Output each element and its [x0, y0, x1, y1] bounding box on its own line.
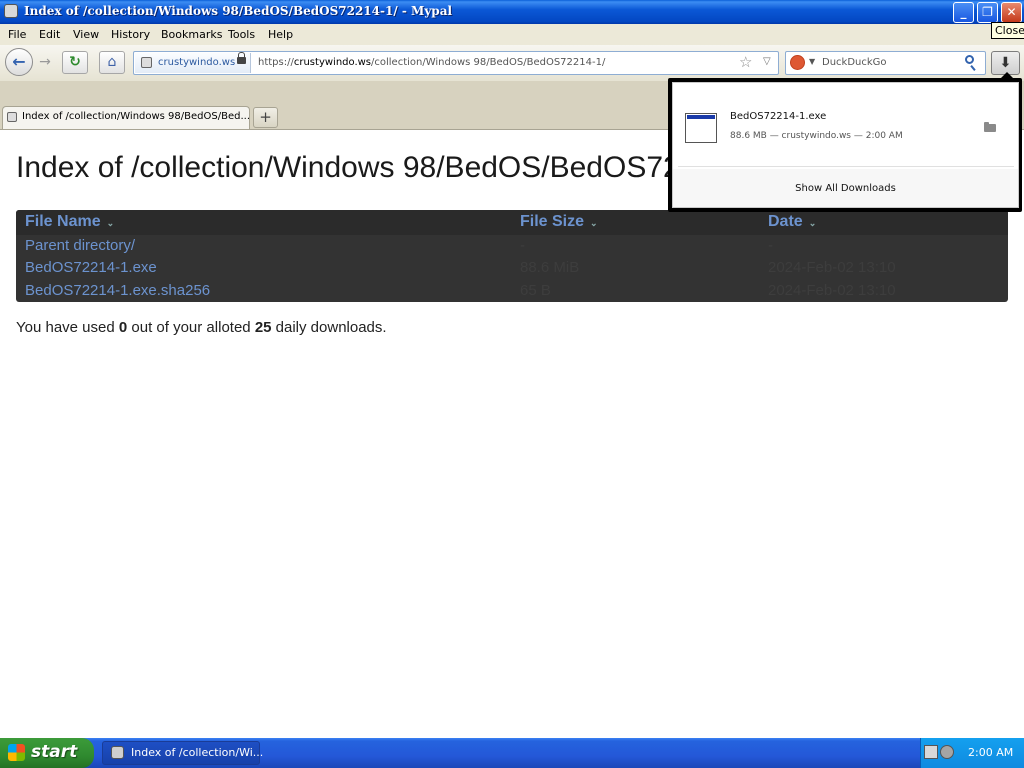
search-icon[interactable]: [965, 55, 974, 64]
app-icon: [4, 4, 18, 18]
bookmark-star-icon[interactable]: ☆: [739, 53, 752, 71]
column-header-size[interactable]: File Size ⌄: [520, 213, 598, 231]
url-dropdown-icon[interactable]: ▽: [763, 56, 771, 67]
menu-tools[interactable]: Tools: [228, 28, 255, 41]
menu-view[interactable]: View: [73, 28, 99, 41]
duckduckgo-icon[interactable]: [790, 55, 805, 70]
sort-icon: ⌄: [808, 218, 817, 228]
menu-bookmarks[interactable]: Bookmarks: [161, 28, 222, 41]
tray-network-icon[interactable]: [924, 745, 938, 759]
back-arrow-icon: ←: [12, 52, 26, 71]
column-header-name[interactable]: File Name ⌄: [25, 213, 114, 231]
forward-button[interactable]: →: [36, 53, 54, 71]
quota-used: 0: [118, 319, 128, 336]
lock-icon: [237, 52, 246, 64]
restore-button[interactable]: ❐: [977, 2, 998, 23]
tab-favicon-icon: [7, 112, 17, 122]
file-date-cell: 2024-Feb-02 13:10: [768, 282, 896, 299]
file-size-cell: 88.6 MiB: [520, 259, 580, 276]
clock[interactable]: 2:00 AM: [968, 746, 1013, 759]
menu-bar: [0, 24, 1024, 45]
download-filename[interactable]: BedOS72214-1.exe: [730, 111, 826, 122]
download-details: 88.6 MB — crustywindo.ws — 2:00 AM: [730, 131, 903, 141]
show-all-downloads-button[interactable]: Show All Downloads: [673, 183, 1018, 194]
open-folder-icon[interactable]: [984, 122, 996, 132]
table-header: [16, 210, 1008, 235]
url-path: /collection/Windows 98/BedOS/BedOS72214-…: [371, 57, 606, 68]
url-host: crustywindo.ws: [293, 57, 372, 68]
forward-arrow-icon: →: [39, 54, 51, 70]
close-button[interactable]: ✕: [1001, 2, 1022, 23]
reload-icon: ↻: [69, 54, 81, 70]
file-date-cell: -: [768, 237, 773, 254]
file-link-sha256[interactable]: BedOS72214-1.exe.sha256: [25, 282, 210, 299]
close-tooltip: Close: [991, 22, 1024, 39]
site-favicon-icon: [141, 57, 152, 68]
site-identity-host: crustywindo.ws: [158, 57, 236, 68]
plus-icon: +: [259, 108, 272, 126]
search-input[interactable]: DuckDuckGo: [822, 57, 887, 68]
download-quota-text: You have used 0 out of your alloted 25 d…: [16, 319, 387, 336]
menu-file[interactable]: File: [8, 28, 26, 41]
sort-icon: ⌄: [106, 218, 115, 228]
file-size-cell: -: [520, 237, 525, 254]
file-date-cell: 2024-Feb-02 13:10: [768, 259, 896, 276]
window-title: Index of /collection/Windows 98/BedOS/Be…: [24, 4, 453, 18]
download-arrow-icon: ⬇: [999, 55, 1012, 71]
menu-history[interactable]: History: [111, 28, 150, 41]
tray-app-icon[interactable]: [940, 745, 954, 759]
home-icon: ⌂: [107, 54, 117, 70]
tab-label: Index of /collection/Windows 98/BedOS/Be…: [22, 111, 250, 122]
file-link-parent[interactable]: Parent directory/: [25, 237, 135, 254]
column-header-date[interactable]: Date ⌄: [768, 213, 816, 231]
url-prefix: https://: [258, 57, 294, 68]
taskbar-item-label: Index of /collection/Wi...: [131, 746, 264, 759]
start-label: start: [31, 742, 78, 762]
taskbar-app-icon: [111, 746, 124, 759]
executable-file-icon: [685, 113, 717, 143]
search-engine-dropdown-icon[interactable]: ▼: [809, 57, 815, 66]
new-tab-button[interactable]: +: [253, 107, 278, 128]
quota-limit: 25: [254, 319, 272, 336]
sort-icon: ⌄: [590, 218, 598, 228]
file-size-cell: 65 B: [520, 282, 551, 299]
menu-edit[interactable]: Edit: [39, 28, 60, 41]
back-button[interactable]: ←: [5, 48, 33, 76]
url-text[interactable]: https://crustywindo.ws/collection/Window…: [258, 57, 605, 68]
windows-logo-icon: [8, 744, 25, 761]
file-link-exe[interactable]: BedOS72214-1.exe: [25, 259, 157, 276]
minimize-button[interactable]: _: [953, 2, 974, 23]
menu-help[interactable]: Help: [268, 28, 293, 41]
reload-button[interactable]: ↻: [62, 51, 88, 74]
page-title: Index of /collection/Windows 98/BedOS/Be…: [16, 151, 765, 184]
divider: [678, 166, 1014, 167]
home-button[interactable]: ⌂: [99, 51, 125, 74]
